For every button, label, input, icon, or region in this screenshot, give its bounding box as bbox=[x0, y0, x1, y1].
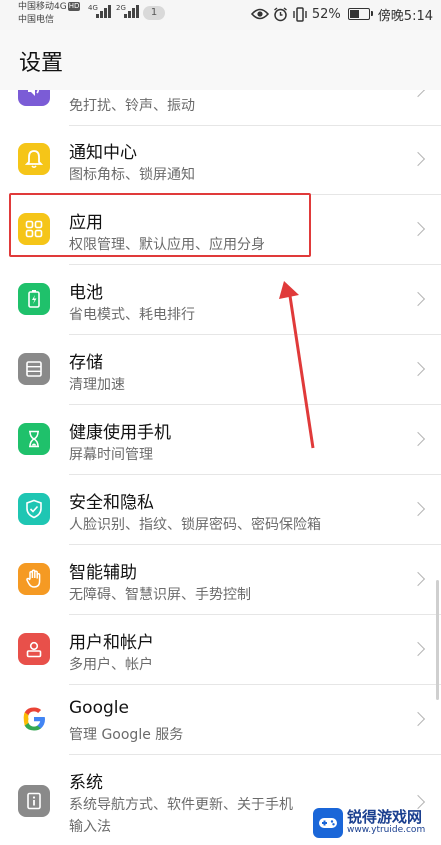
chevron-right-icon bbox=[410, 361, 426, 377]
battery-icon bbox=[18, 283, 50, 315]
settings-item-battery[interactable]: 电池 省电模式、耗电排行 bbox=[0, 265, 441, 335]
carrier-1: 中国移动4G HD bbox=[18, 2, 81, 12]
signal-icon bbox=[124, 5, 142, 18]
apps-grid-icon bbox=[18, 213, 50, 245]
chevron-right-icon bbox=[410, 641, 426, 657]
chevron-right-icon bbox=[410, 151, 426, 167]
hd-badge: HD bbox=[67, 2, 81, 11]
notification-badge: 1 bbox=[143, 6, 165, 20]
settings-item-title: 应用 bbox=[69, 213, 103, 233]
storage-icon bbox=[18, 353, 50, 385]
settings-item-title: Google bbox=[69, 698, 129, 718]
settings-list[interactable]: 免打扰、铃声、振动 通知中心 图标角标、锁屏通知 应用 权限管理、默认应用、应用… bbox=[0, 90, 441, 845]
chevron-right-icon bbox=[410, 291, 426, 307]
sound-icon bbox=[18, 90, 50, 106]
settings-item-sound[interactable]: 免打扰、铃声、振动 bbox=[0, 90, 441, 126]
settings-item-subtitle: 人脸识别、指纹、锁屏密码、密码保险箱 bbox=[69, 517, 321, 533]
settings-item-title: 系统 bbox=[69, 773, 103, 793]
watermark: 锐得游戏网 www.ytruide.com bbox=[313, 803, 437, 843]
settings-item-digital-balance[interactable]: 健康使用手机 屏幕时间管理 bbox=[0, 405, 441, 475]
signal-icon bbox=[96, 5, 114, 18]
carrier-2: 中国电信 bbox=[18, 15, 55, 25]
shield-icon bbox=[18, 493, 50, 525]
settings-item-security-privacy[interactable]: 安全和隐私 人脸识别、指纹、锁屏密码、密码保险箱 bbox=[0, 475, 441, 545]
settings-item-title: 电池 bbox=[69, 283, 103, 303]
settings-item-title: 智能辅助 bbox=[69, 563, 137, 583]
watermark-url: www.ytruide.com bbox=[347, 825, 426, 836]
settings-item-title: 通知中心 bbox=[69, 143, 137, 163]
watermark-title: 锐得游戏网 bbox=[347, 808, 423, 827]
settings-item-title: 安全和隐私 bbox=[69, 493, 154, 513]
hand-icon bbox=[18, 563, 50, 595]
settings-item-storage[interactable]: 存储 清理加速 bbox=[0, 335, 441, 405]
header: 设置 bbox=[0, 30, 441, 90]
chevron-right-icon bbox=[410, 221, 426, 237]
chevron-right-icon bbox=[410, 571, 426, 587]
chevron-right-icon bbox=[410, 90, 426, 98]
settings-item-subtitle: 省电模式、耗电排行 bbox=[69, 307, 195, 323]
bell-icon bbox=[18, 143, 50, 175]
battery-percent: 52% bbox=[311, 6, 341, 22]
settings-item-apps[interactable]: 应用 权限管理、默认应用、应用分身 bbox=[0, 195, 441, 265]
settings-item-subtitle: 屏幕时间管理 bbox=[69, 447, 153, 463]
settings-item-subtitle: 多用户、帐户 bbox=[69, 657, 153, 673]
settings-item-subtitle: 清理加速 bbox=[69, 377, 125, 393]
settings-item-subtitle: 免打扰、铃声、振动 bbox=[69, 98, 195, 114]
settings-item-title: 用户和帐户 bbox=[69, 633, 154, 653]
settings-item-subtitle: 系统导航方式、软件更新、关于手机 bbox=[69, 797, 293, 813]
scrollbar[interactable] bbox=[436, 580, 439, 700]
user-icon bbox=[18, 633, 50, 665]
settings-item-title: 存储 bbox=[69, 353, 103, 373]
hourglass-icon bbox=[18, 423, 50, 455]
settings-item-smart-assistance[interactable]: 智能辅助 无障碍、智慧识屏、手势控制 bbox=[0, 545, 441, 615]
vibrate-icon bbox=[293, 6, 307, 22]
clock: 傍晚5:14 bbox=[377, 8, 433, 24]
page-title: 设置 bbox=[19, 51, 64, 76]
settings-item-title: 健康使用手机 bbox=[69, 423, 171, 443]
watermark-logo-icon bbox=[313, 808, 343, 838]
battery-level-icon bbox=[347, 8, 373, 20]
settings-item-users-accounts[interactable]: 用户和帐户 多用户、帐户 bbox=[0, 615, 441, 685]
settings-item-subtitle: 无障碍、智慧识屏、手势控制 bbox=[69, 587, 251, 603]
info-icon bbox=[18, 785, 50, 817]
status-bar: 中国移动4G HD 中国电信 4G 2G 1 52% 傍晚5:14 bbox=[0, 0, 441, 30]
settings-item-subtitle: 管理 Google 服务 bbox=[69, 727, 184, 743]
settings-item-subtitle-line2: 输入法 bbox=[69, 819, 111, 835]
chevron-right-icon bbox=[410, 431, 426, 447]
eye-icon bbox=[250, 8, 269, 20]
settings-item-subtitle: 图标角标、锁屏通知 bbox=[69, 167, 195, 183]
settings-item-subtitle: 权限管理、默认应用、应用分身 bbox=[69, 237, 265, 253]
chevron-right-icon bbox=[410, 501, 426, 517]
google-icon bbox=[18, 703, 50, 735]
chevron-right-icon bbox=[410, 711, 426, 727]
alarm-icon bbox=[273, 6, 287, 21]
settings-item-notification-center[interactable]: 通知中心 图标角标、锁屏通知 bbox=[0, 125, 441, 195]
settings-item-google[interactable]: Google 管理 Google 服务 bbox=[0, 685, 441, 755]
